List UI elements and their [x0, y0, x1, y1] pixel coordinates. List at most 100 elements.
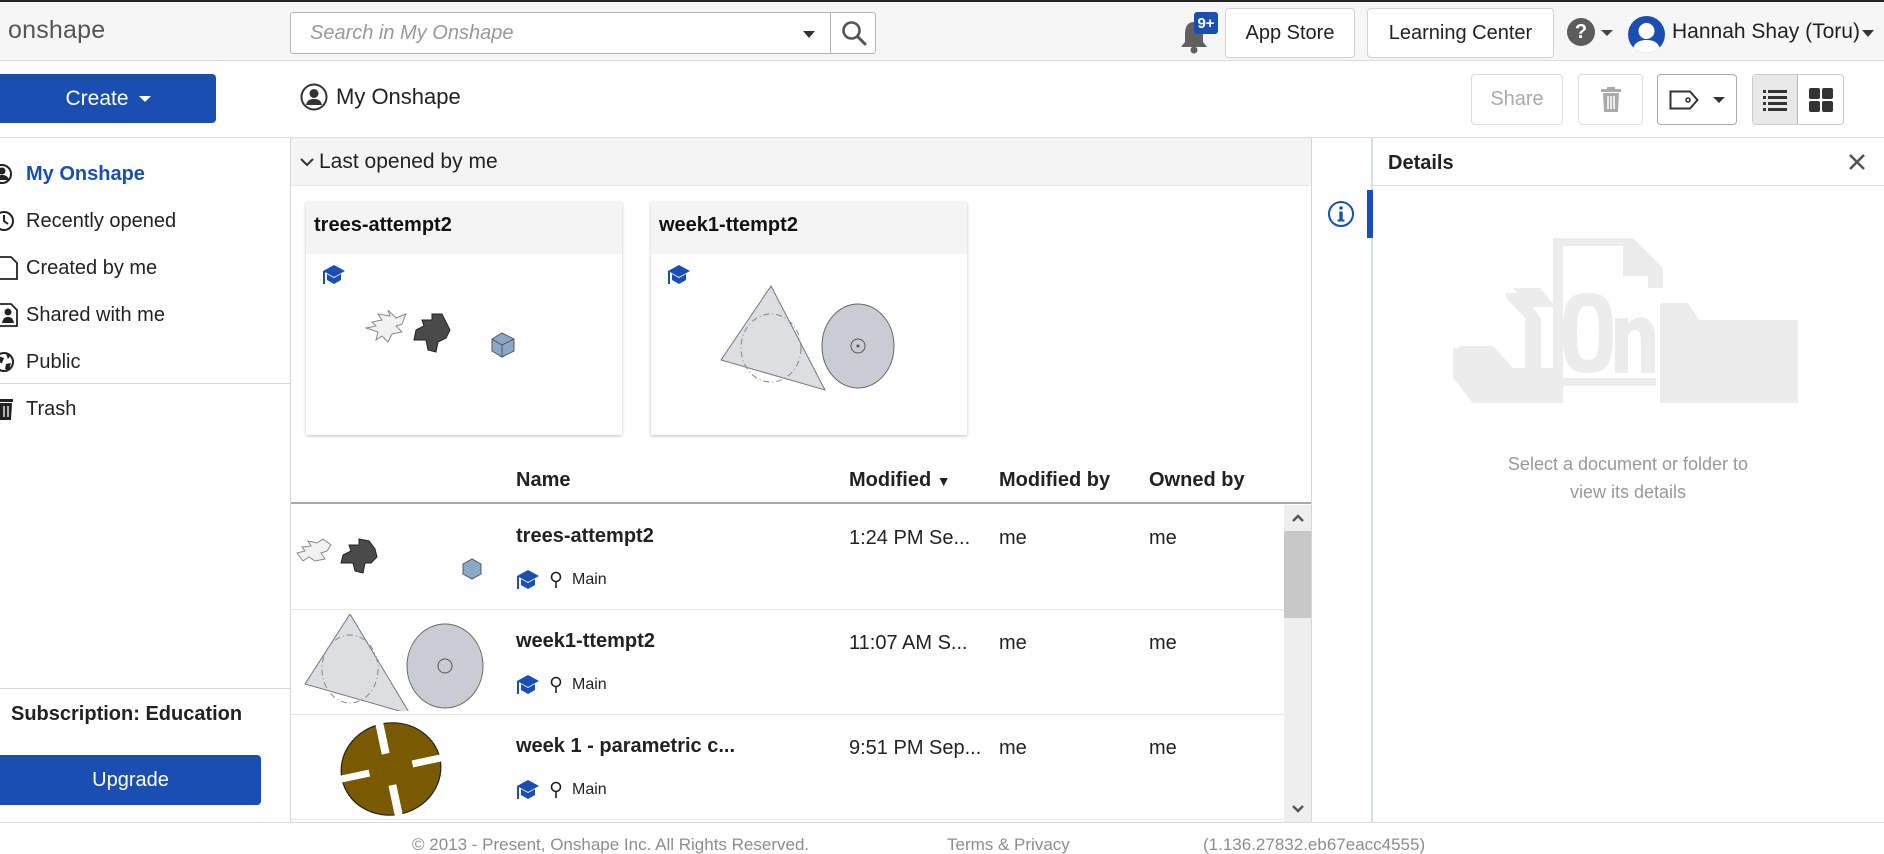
- page-title: My Onshape: [336, 84, 461, 109]
- sidebar-item-my-onshape[interactable]: My Onshape: [0, 154, 145, 194]
- branch-pin-icon: [550, 676, 562, 693]
- brown-disc-thumbnail: [339, 721, 443, 816]
- grid-view-button[interactable]: [1798, 75, 1843, 124]
- close-icon[interactable]: [1847, 152, 1867, 172]
- chevron-down-icon: [1713, 96, 1725, 103]
- sidebar-item-label: Recently opened: [26, 209, 177, 232]
- breadcrumb: My Onshape: [300, 83, 461, 111]
- sidebar-item-trash[interactable]: Trash: [0, 389, 76, 429]
- column-header-modified-by[interactable]: Modified by: [999, 469, 1110, 492]
- user-circle-icon: [0, 163, 20, 185]
- upgrade-button[interactable]: Upgrade: [0, 755, 261, 805]
- section-title: Last opened by me: [319, 149, 498, 173]
- search-box: [290, 12, 876, 54]
- modified-by: me: [999, 527, 1027, 549]
- empty-state-illustration: [1453, 238, 1798, 403]
- sidebar-item-label: Shared with me: [26, 303, 165, 326]
- details-title: Details: [1388, 152, 1454, 174]
- clock-icon: [0, 210, 20, 232]
- modified-time: 1:24 PM Se...: [849, 527, 971, 549]
- chevron-down-icon: [138, 95, 151, 102]
- list-view-button[interactable]: [1753, 75, 1799, 124]
- document-name[interactable]: trees-attempt2: [516, 525, 654, 548]
- sidebar-item-label: Created by me: [26, 256, 158, 279]
- tag-icon: [1669, 90, 1699, 109]
- owned-by: me: [1149, 632, 1177, 654]
- user-circle-icon: [300, 83, 328, 111]
- triangle-disc-thumbnail: [720, 285, 895, 391]
- scrollbar-thumb[interactable]: [1284, 531, 1311, 618]
- sidebar-item-label: My Onshape: [26, 162, 145, 185]
- column-header-modified[interactable]: Modified ▼: [849, 469, 951, 492]
- table-row[interactable]: trees-attempt2 Main 1:24 PM Se... me me: [291, 505, 1284, 610]
- create-button[interactable]: Create: [0, 74, 216, 123]
- top-header: onshape 9+ App Store Learning Center ? H…: [0, 2, 1884, 61]
- copyright-text: © 2013 - Present, Onshape Inc. All Right…: [412, 835, 810, 854]
- document-meta: Main: [516, 674, 607, 696]
- chevron-down-icon: [300, 157, 314, 166]
- trash-icon: [0, 398, 20, 420]
- trees-thumbnail: [364, 309, 515, 358]
- onshape-logo[interactable]: onshape: [8, 16, 105, 45]
- branch-name: Main: [572, 676, 607, 693]
- column-header-name[interactable]: Name: [516, 469, 570, 492]
- delete-button[interactable]: [1578, 74, 1643, 125]
- help-dropdown-icon[interactable]: [1601, 30, 1613, 36]
- details-panel: Details Select a document or folder to v…: [1373, 138, 1884, 822]
- column-header-modified-label: Modified: [849, 469, 932, 491]
- user-name[interactable]: Hannah Shay (Toru): [1672, 20, 1860, 44]
- subscription-label: Subscription: Education: [11, 703, 243, 725]
- create-label: Create: [65, 86, 129, 110]
- share-button[interactable]: Share: [1471, 74, 1563, 125]
- learning-center-button[interactable]: Learning Center: [1367, 8, 1554, 58]
- branch-name: Main: [572, 571, 607, 588]
- sidebar-item-recently-opened[interactable]: Recently opened: [0, 201, 176, 241]
- search-icon: [841, 21, 866, 46]
- label-dropdown-button[interactable]: [1657, 74, 1737, 125]
- search-scope-dropdown-icon[interactable]: [803, 31, 815, 38]
- sidebar-item-shared-with-me[interactable]: Shared with me: [0, 295, 165, 335]
- recent-document-card[interactable]: trees-attempt2: [306, 202, 622, 435]
- document-meta: Main: [516, 569, 607, 591]
- help-icon[interactable]: ?: [1567, 18, 1595, 46]
- card-title: week1-ttempt2: [651, 202, 967, 254]
- section-header-last-opened[interactable]: Last opened by me: [291, 138, 1311, 186]
- scroll-up-icon[interactable]: [1284, 505, 1311, 531]
- sidebar-item-public[interactable]: Public: [0, 342, 80, 382]
- table-row[interactable]: week1-ttempt2 Main 11:07 AM S... me me: [291, 610, 1284, 715]
- modified-time: 9:51 PM Sep...: [849, 737, 982, 759]
- app-store-button[interactable]: App Store: [1225, 8, 1355, 58]
- column-header-owned-by[interactable]: Owned by: [1149, 469, 1245, 492]
- toolbar: Create My Onshape Share: [0, 61, 1884, 138]
- modified-time: 11:07 AM S...: [849, 632, 968, 654]
- scroll-down-icon[interactable]: [1284, 796, 1311, 822]
- trees-thumbnail: [296, 538, 482, 580]
- table-row[interactable]: week 1 - parametric c... Main 9:51 PM Se…: [291, 715, 1284, 820]
- shared-user-icon: [0, 303, 20, 327]
- info-icon[interactable]: [1327, 200, 1355, 228]
- document-meta: Main: [516, 779, 607, 801]
- document-name[interactable]: week 1 - parametric c...: [516, 735, 735, 758]
- view-toggle: [1752, 74, 1844, 125]
- search-button[interactable]: [830, 12, 876, 54]
- modified-by: me: [999, 737, 1027, 759]
- modified-by: me: [999, 632, 1027, 654]
- footer: © 2013 - Present, Onshape Inc. All Right…: [0, 822, 1884, 854]
- notification-badge[interactable]: 9+: [1194, 12, 1218, 34]
- search-input[interactable]: [292, 14, 792, 52]
- list-icon: [1763, 89, 1787, 111]
- sidebar-item-created-by-me[interactable]: Created by me: [0, 248, 157, 288]
- terms-privacy-link[interactable]: Terms & Privacy: [947, 835, 1070, 854]
- education-cap-icon: [517, 675, 539, 694]
- user-menu-dropdown-icon[interactable]: [1862, 30, 1874, 37]
- details-empty-line-1: Select a document or folder to: [1507, 454, 1749, 474]
- sidebar-item-label: Public: [26, 350, 81, 373]
- sidebar-divider: [0, 383, 290, 384]
- table-header: Name Modified ▼ Modified by Owned by: [291, 455, 1311, 504]
- document-name[interactable]: week1-ttempt2: [516, 630, 655, 653]
- owned-by: me: [1149, 737, 1177, 759]
- branch-name: Main: [572, 781, 607, 798]
- list-scrollbar[interactable]: [1284, 505, 1311, 822]
- user-avatar-icon[interactable]: [1628, 16, 1665, 53]
- recent-document-card[interactable]: week1-ttempt2: [651, 202, 967, 435]
